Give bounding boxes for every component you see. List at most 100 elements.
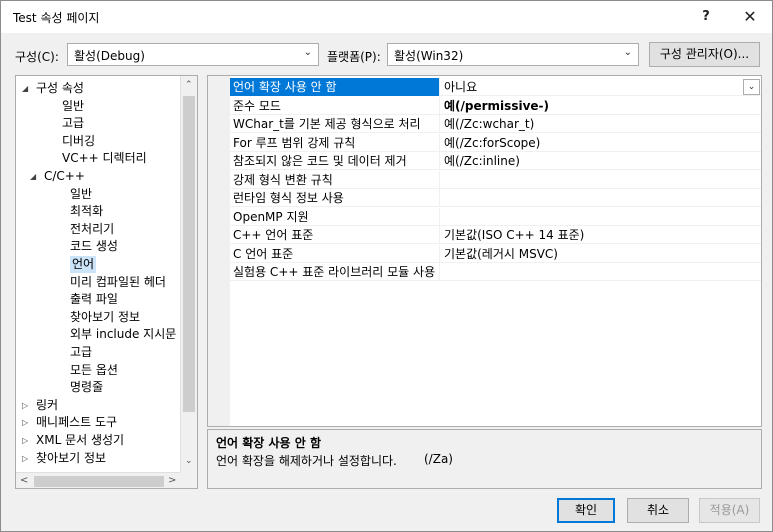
property-name: OpenMP 지원 [230, 207, 440, 226]
close-button[interactable]: ✕ [735, 5, 765, 29]
property-name: 언어 확장 사용 안 함 [230, 78, 440, 96]
tree-item-label: 일반 [62, 98, 85, 113]
platform-select[interactable]: 활성(Win32) ⌄ [387, 43, 639, 66]
property-row[interactable]: 런타임 형식 정보 사용 [230, 189, 761, 207]
configuration-manager-button[interactable]: 구성 관리자(O)... [649, 42, 760, 67]
tree-item[interactable]: ◢ 구성 속성 [16, 80, 180, 97]
triangle-collapsed-icon[interactable]: ▷ [22, 397, 34, 414]
tree-item[interactable]: ▷ XML 문서 생성기 [16, 432, 180, 449]
cancel-button[interactable]: 취소 [627, 498, 689, 523]
tree-item[interactable]: 코드 생성 [16, 238, 180, 255]
tree-item[interactable]: 고급 [16, 344, 180, 361]
chevron-down-icon[interactable]: ⌄ [743, 79, 760, 95]
tree-vertical-scrollbar[interactable]: ⌃ ⌄ [180, 76, 197, 472]
tree-item[interactable]: 찾아보기 정보 [16, 309, 180, 326]
tree-item-label: 언어 [72, 257, 95, 271]
tree-item-label: 매니페스트 도구 [36, 415, 118, 430]
description-switch: (/Za) [424, 452, 453, 466]
property-row[interactable]: WChar_t를 기본 제공 형식으로 처리 예(/Zc:wchar_t) [230, 115, 761, 133]
triangle-expanded-icon[interactable]: ◢ [22, 80, 34, 97]
chevron-down-icon: ⌄ [623, 47, 632, 58]
tree-item-label: 미리 컴파일된 헤더 [70, 274, 166, 289]
tree-item-label: 찾아보기 정보 [36, 450, 107, 465]
description-panel: 언어 확장 사용 안 함 언어 확장을 해제하거나 설정합니다. (/Za) [207, 429, 762, 489]
property-row[interactable]: C++ 언어 표준 기본값(ISO C++ 14 표준) [230, 226, 761, 244]
scroll-left-icon[interactable]: < [20, 475, 28, 486]
tree-item[interactable]: 언어 [70, 256, 96, 273]
property-value[interactable] [441, 208, 761, 226]
property-row[interactable]: 실험용 C++ 표준 라이브러리 모듈 사용 [230, 263, 761, 281]
tree-item-label: 고급 [70, 345, 93, 359]
apply-button[interactable]: 적용(A) [699, 498, 760, 523]
tree-item[interactable]: 미리 컴파일된 헤더 [16, 274, 180, 291]
property-row[interactable]: 강제 형식 변환 규칙 [230, 170, 761, 189]
scroll-down-icon[interactable]: ⌄ [185, 456, 193, 466]
tree-item[interactable]: 출력 파일 [16, 291, 180, 308]
triangle-collapsed-icon[interactable]: ▷ [22, 432, 34, 449]
tree-vertical-scroll-thumb[interactable] [183, 96, 195, 412]
tree-item-label: VC++ 디렉터리 [62, 151, 147, 166]
tree-item-label: 일반 [70, 186, 93, 201]
tree-item[interactable]: 일반 [16, 98, 180, 115]
property-value[interactable]: 예(/Zc:inline) [441, 152, 761, 170]
tree-item[interactable]: 모든 옵션 [16, 362, 180, 379]
scroll-right-icon[interactable]: > [168, 475, 176, 486]
property-name: WChar_t를 기본 제공 형식으로 처리 [230, 115, 440, 133]
tree-item[interactable]: 고급 [16, 115, 180, 132]
tree-item[interactable]: 외부 include 지시문 [16, 326, 180, 343]
property-row[interactable]: 참조되지 않은 코드 및 데이터 제거 예(/Zc:inline) [230, 152, 761, 170]
description-text: 언어 확장을 해제하거나 설정합니다. [216, 454, 397, 468]
property-value[interactable] [441, 189, 761, 207]
property-value[interactable]: 기본값(레거시 MSVC) [441, 245, 761, 263]
tree-item[interactable]: ◢ C/C++ [16, 168, 180, 185]
property-value[interactable]: 예(/Zc:forScope) [441, 134, 761, 152]
tree-item-label: XML 문서 생성기 [36, 433, 125, 447]
property-value[interactable]: 예(/Zc:wchar_t) [441, 115, 761, 133]
triangle-collapsed-icon[interactable]: ▷ [22, 450, 34, 467]
configuration-value: 활성(Debug) [74, 49, 145, 63]
property-row[interactable]: C 언어 표준 기본값(레거시 MSVC) [230, 244, 761, 263]
property-value[interactable]: 예(/permissive-) [441, 97, 761, 115]
property-value[interactable]: 기본값(ISO C++ 14 표준) [441, 226, 761, 244]
scroll-up-icon[interactable]: ⌃ [185, 80, 193, 90]
property-name: 실험용 C++ 표준 라이브러리 모듈 사용 [230, 263, 440, 281]
tree-horizontal-scrollbar[interactable]: < > [16, 472, 180, 488]
property-value[interactable] [441, 263, 761, 281]
property-row[interactable]: For 루프 범위 강제 규칙 예(/Zc:forScope) [230, 133, 761, 152]
triangle-collapsed-icon[interactable]: ▷ [22, 414, 34, 431]
tree-item[interactable]: 명령줄 [16, 379, 180, 396]
tree-item[interactable]: ▷ 링커 [16, 397, 180, 414]
property-row[interactable]: OpenMP 지원 [230, 207, 761, 226]
tree-item-label: 고급 [62, 116, 85, 131]
window-title: Test 속성 페이지 [13, 11, 100, 25]
property-grid-gutter [208, 76, 230, 426]
help-button[interactable]: ? [691, 5, 721, 29]
ok-button[interactable]: 확인 [557, 498, 615, 523]
tree-item-label: 최적화 [70, 204, 104, 219]
tree-horizontal-scroll-thumb[interactable] [34, 476, 164, 487]
property-grid: 언어 확장 사용 안 함 아니요 ⌄ 준수 모드 예(/permissive-) WCha… [207, 75, 762, 427]
configuration-select[interactable]: 활성(Debug) ⌄ [67, 43, 319, 66]
tree-item[interactable]: 일반 [16, 186, 180, 203]
property-name: 강제 형식 변환 규칙 [230, 170, 440, 189]
tree-item[interactable]: 디버깅 [16, 133, 180, 150]
property-row[interactable]: 준수 모드 예(/permissive-) [230, 96, 761, 115]
property-name: 준수 모드 [230, 96, 440, 115]
tree-item[interactable]: VC++ 디렉터리 [16, 150, 180, 167]
tree-item-label: C/C++ [44, 169, 85, 183]
tree-item[interactable]: 최적화 [16, 203, 180, 220]
tree-item[interactable]: ▷ 매니페스트 도구 [16, 414, 180, 431]
platform-value: 활성(Win32) [394, 49, 464, 63]
property-row[interactable]: 언어 확장 사용 안 함 아니요 ⌄ [230, 78, 761, 96]
triangle-expanded-icon[interactable]: ◢ [30, 168, 42, 185]
tree-item-label: 구성 속성 [36, 81, 84, 95]
tree-item-label: 링커 [36, 397, 59, 412]
tree-item-label: 전처리기 [70, 221, 115, 236]
property-value[interactable]: 아니요 [441, 78, 761, 96]
tree-item-label: 디버깅 [62, 133, 96, 148]
tree-item[interactable]: ▷ 찾아보기 정보 [16, 450, 180, 467]
tree-item[interactable]: 전처리기 [16, 221, 180, 238]
property-value[interactable] [441, 171, 761, 189]
tree-item-label: 코드 생성 [70, 239, 118, 254]
property-name: C 언어 표준 [230, 244, 440, 263]
